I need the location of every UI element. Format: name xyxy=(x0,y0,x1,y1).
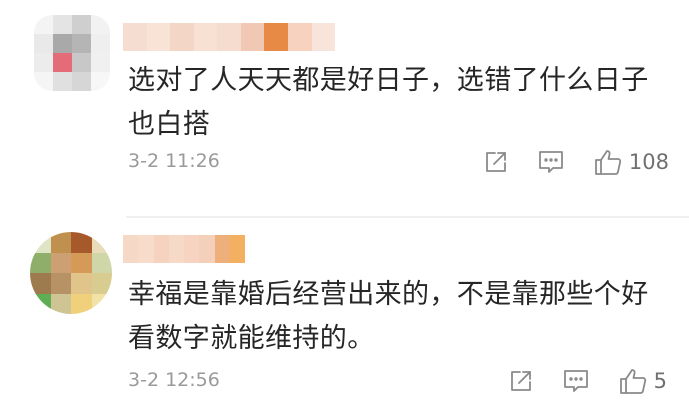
share-icon xyxy=(510,371,531,391)
avatar[interactable] xyxy=(34,15,110,91)
avatar-pixel xyxy=(91,232,112,253)
avatar-pixel xyxy=(53,34,72,53)
avatar-pixel xyxy=(34,53,53,72)
avatar-pixel xyxy=(53,72,72,91)
avatar-pixel xyxy=(30,293,51,314)
nickname-pixel xyxy=(264,23,288,51)
like-button[interactable]: 5 xyxy=(618,366,667,396)
nickname-pixel xyxy=(123,235,139,263)
reply-button[interactable] xyxy=(562,368,590,394)
nickname-pixel xyxy=(193,23,218,51)
nickname-pixel xyxy=(311,23,336,51)
nickname-pixel xyxy=(138,235,154,263)
nickname-pixel xyxy=(229,235,245,263)
like-count: 108 xyxy=(628,150,669,174)
nickname-pixel xyxy=(287,23,312,51)
nickname-pixel xyxy=(170,23,194,51)
avatar-pixel xyxy=(50,293,71,314)
avatar-pixel xyxy=(72,72,91,91)
comment-actions: 5 xyxy=(480,364,667,398)
like-button[interactable]: 108 xyxy=(593,147,669,177)
avatar-pixel xyxy=(50,252,71,273)
nickname-pixel xyxy=(240,23,265,51)
avatar-pixel xyxy=(71,252,92,273)
avatar-pixel xyxy=(53,53,72,72)
avatar-pixel xyxy=(34,15,53,34)
avatar-pixel xyxy=(72,15,91,34)
reply-button[interactable] xyxy=(537,149,565,175)
nickname-pixel xyxy=(217,23,241,51)
avatar-pixel xyxy=(91,293,112,314)
comment-actions: 108 xyxy=(455,145,669,179)
avatar-pixel xyxy=(34,34,53,53)
avatar-pixel xyxy=(71,293,92,314)
avatar-pixel xyxy=(91,252,112,273)
avatar-pixel xyxy=(72,34,91,53)
avatar-pixel xyxy=(91,72,110,91)
comment-icon xyxy=(563,370,588,392)
share-icon xyxy=(486,152,506,172)
share-button[interactable] xyxy=(508,368,534,394)
avatar-pixel xyxy=(91,34,110,53)
thumbs-up-icon xyxy=(595,150,622,175)
avatar-pixel xyxy=(71,273,92,294)
comment-time: 3-2 12:56 xyxy=(128,369,220,391)
nickname-pixel xyxy=(214,235,230,263)
comment-text: 幸福是靠婚后经营出来的，不是靠那些个好看数字就能维持的。 xyxy=(128,279,649,354)
avatar-pixel xyxy=(91,273,112,294)
like-count: 5 xyxy=(653,369,667,393)
comment-icon xyxy=(539,151,563,173)
avatar-pixel xyxy=(34,72,53,91)
avatar-pixel xyxy=(91,53,110,72)
avatar-pixel xyxy=(30,273,51,294)
avatar-pixel xyxy=(30,232,51,253)
avatar-pixel xyxy=(53,15,72,34)
nickname-pixel xyxy=(199,235,215,263)
comment-item: 选对了人天天都是好日子，选错了什么日子也白搭 3-2 11:26 108 xyxy=(0,0,689,216)
avatar-pixel xyxy=(72,53,91,72)
avatar[interactable] xyxy=(30,232,112,314)
nickname[interactable] xyxy=(123,235,245,263)
avatar-pixel xyxy=(71,232,92,253)
nickname-pixel xyxy=(153,235,169,263)
nickname-pixel xyxy=(168,235,184,263)
avatar-pixel xyxy=(50,232,71,253)
share-button[interactable] xyxy=(483,149,509,175)
comment-text: 选对了人天天都是好日子，选错了什么日子也白搭 xyxy=(128,65,649,140)
avatar-pixel xyxy=(91,15,110,34)
nickname-pixel xyxy=(184,235,200,263)
avatar-pixel xyxy=(50,273,71,294)
nickname-pixel xyxy=(123,23,147,51)
avatar-pixel xyxy=(30,252,51,273)
thumbs-up-icon xyxy=(619,369,646,394)
nickname-pixel xyxy=(146,23,171,51)
nickname[interactable] xyxy=(123,23,336,51)
comment-item: 幸福是靠婚后经营出来的，不是靠那些个好看数字就能维持的。 3-2 12:56 5 xyxy=(0,218,689,414)
comment-time: 3-2 11:26 xyxy=(128,150,220,172)
